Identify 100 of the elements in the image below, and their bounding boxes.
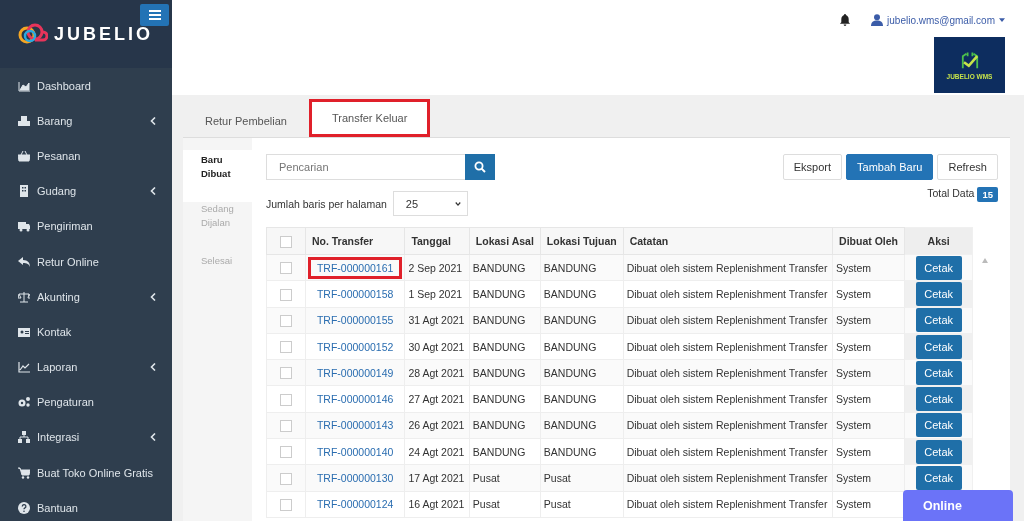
- table-cell: BANDUNG: [469, 359, 541, 386]
- menu-label: Akunting: [37, 290, 81, 303]
- sidebar-item[interactable]: Pesanan: [0, 138, 172, 174]
- print-button[interactable]: Cetak: [915, 308, 962, 333]
- page-size-label: Jumlah baris per halaman: [266, 197, 387, 210]
- table-cell: Dibuat oleh sistem Replenishment Transfer: [623, 254, 833, 281]
- select-value: 25: [405, 197, 419, 210]
- print-button[interactable]: Cetak: [915, 255, 962, 280]
- checkbox[interactable]: [279, 472, 292, 485]
- table-cell: BANDUNG: [469, 307, 541, 334]
- building-icon: [18, 185, 30, 198]
- action-button[interactable]: Refresh: [937, 154, 998, 180]
- menu-button[interactable]: [140, 4, 169, 26]
- table-cell: Dibuat oleh sistem Replenishment Transfer: [623, 307, 833, 334]
- sidebar-item[interactable]: Bantuan: [0, 490, 172, 521]
- sidebar-item[interactable]: Pengiriman: [0, 208, 172, 244]
- transfer-link[interactable]: TRF-000000146: [307, 388, 403, 411]
- transfer-link[interactable]: TRF-000000140: [307, 440, 403, 463]
- table-cell: 27 Agt 2021: [404, 386, 470, 413]
- tab[interactable]: Transfer Keluar: [308, 99, 431, 137]
- sidebar-item[interactable]: Retur Online: [0, 243, 172, 280]
- transfer-link[interactable]: TRF-000000124: [307, 493, 403, 516]
- print-button[interactable]: Cetak: [915, 334, 962, 359]
- sidebar-item[interactable]: Kontak: [0, 314, 172, 350]
- table-cell: 16 Agt 2021: [404, 491, 470, 518]
- sidebar-item[interactable]: Akunting: [0, 279, 172, 315]
- checkbox[interactable]: [279, 420, 292, 433]
- print-button[interactable]: Cetak: [915, 360, 962, 385]
- menu-label: Pengaturan: [37, 396, 95, 409]
- table-cell: System: [832, 464, 905, 492]
- chevron-left-icon: [150, 116, 156, 125]
- transfer-link[interactable]: TRF-000000152: [307, 335, 403, 358]
- table-cell: BANDUNG: [540, 333, 624, 360]
- checkbox[interactable]: [279, 262, 292, 275]
- balance-scale-icon: [18, 290, 30, 303]
- search-button[interactable]: [465, 154, 495, 180]
- sidebar-item[interactable]: Dashboard: [0, 68, 172, 104]
- transfer-link[interactable]: TRF-000000155: [307, 309, 403, 332]
- checkbox[interactable]: [279, 341, 292, 354]
- checkbox[interactable]: [279, 393, 292, 406]
- table-cell: BANDUNG: [540, 280, 624, 308]
- menu-label: Pengiriman: [37, 220, 94, 233]
- table-cell: Dibuat oleh sistem Replenishment Transfer: [623, 386, 833, 413]
- action-button[interactable]: Tambah Baru: [846, 154, 934, 180]
- sidebar-item[interactable]: Gudang: [0, 173, 172, 209]
- transfer-link[interactable]: TRF-000000149: [307, 361, 403, 384]
- column-header: Catatan: [623, 227, 833, 255]
- table-cell: System: [832, 359, 905, 386]
- sidebar-item[interactable]: Laporan: [0, 349, 172, 385]
- user-menu[interactable]: jubelio.wms@gmail.com: [871, 14, 1005, 26]
- tab[interactable]: Retur Pembelian: [183, 103, 309, 137]
- transfer-link[interactable]: TRF-000000161: [307, 256, 403, 279]
- menu-label: Laporan: [37, 361, 79, 374]
- checkbox[interactable]: [279, 446, 292, 459]
- checkbox[interactable]: [279, 235, 292, 248]
- print-button[interactable]: Cetak: [915, 387, 962, 412]
- brand-name: JUBELIO: [54, 23, 153, 45]
- sidebar-item[interactable]: Integrasi: [0, 419, 172, 456]
- table-cell: System: [832, 386, 905, 413]
- table-cell: 24 Agt 2021: [404, 438, 470, 465]
- checkbox[interactable]: [279, 314, 292, 327]
- chevron-down-icon: [454, 199, 461, 208]
- user-email: jubelio.wms@gmail.com: [887, 14, 995, 26]
- checkbox[interactable]: [279, 288, 292, 301]
- transfer-link[interactable]: TRF-000000143: [307, 414, 403, 437]
- page-size-select[interactable]: 25: [392, 191, 468, 216]
- table-cell: 1 Sep 2021: [404, 280, 470, 308]
- caret-down-icon: [999, 16, 1005, 24]
- table-cell: Dibuat oleh sistem Replenishment Transfer: [623, 464, 833, 492]
- truck-icon: [18, 220, 30, 233]
- chevron-left-icon: [150, 363, 156, 372]
- table-cell: System: [832, 307, 905, 334]
- table-cell: System: [832, 280, 905, 308]
- cloud-logo-icon: [18, 23, 48, 45]
- sidebar-item[interactable]: Buat Toko Online Gratis: [0, 455, 172, 491]
- table-cell: Pusat: [540, 491, 624, 518]
- column-header: Aksi: [904, 227, 973, 255]
- table-cell: Dibuat oleh sistem Replenishment Transfer: [623, 280, 833, 308]
- checkbox[interactable]: [279, 367, 292, 380]
- menu-label: Buat Toko Online Gratis: [37, 466, 154, 479]
- chat-status-button[interactable]: Online: [903, 490, 1013, 521]
- total-label: Total Data: [927, 187, 975, 199]
- chevron-left-icon: [150, 292, 156, 301]
- gears-icon: [18, 396, 30, 409]
- checkbox[interactable]: [279, 498, 292, 511]
- shopping-cart-icon: [18, 466, 30, 479]
- menu-label: Bantuan: [37, 501, 79, 514]
- print-button[interactable]: Cetak: [915, 281, 962, 306]
- print-button[interactable]: Cetak: [915, 466, 962, 490]
- bell-icon: [839, 14, 852, 26]
- table-cell: BANDUNG: [540, 412, 624, 439]
- menu-icon: [148, 9, 161, 21]
- table-cell: BANDUNG: [469, 386, 541, 413]
- sidebar-item[interactable]: Pengaturan: [0, 384, 172, 420]
- sidebar-item[interactable]: Barang: [0, 103, 172, 139]
- action-button[interactable]: Eksport: [782, 154, 843, 180]
- basket-icon: [18, 149, 30, 162]
- print-button[interactable]: Cetak: [915, 439, 962, 464]
- print-button[interactable]: Cetak: [915, 413, 962, 438]
- subtab[interactable]: Baru Dibuat: [183, 150, 252, 202]
